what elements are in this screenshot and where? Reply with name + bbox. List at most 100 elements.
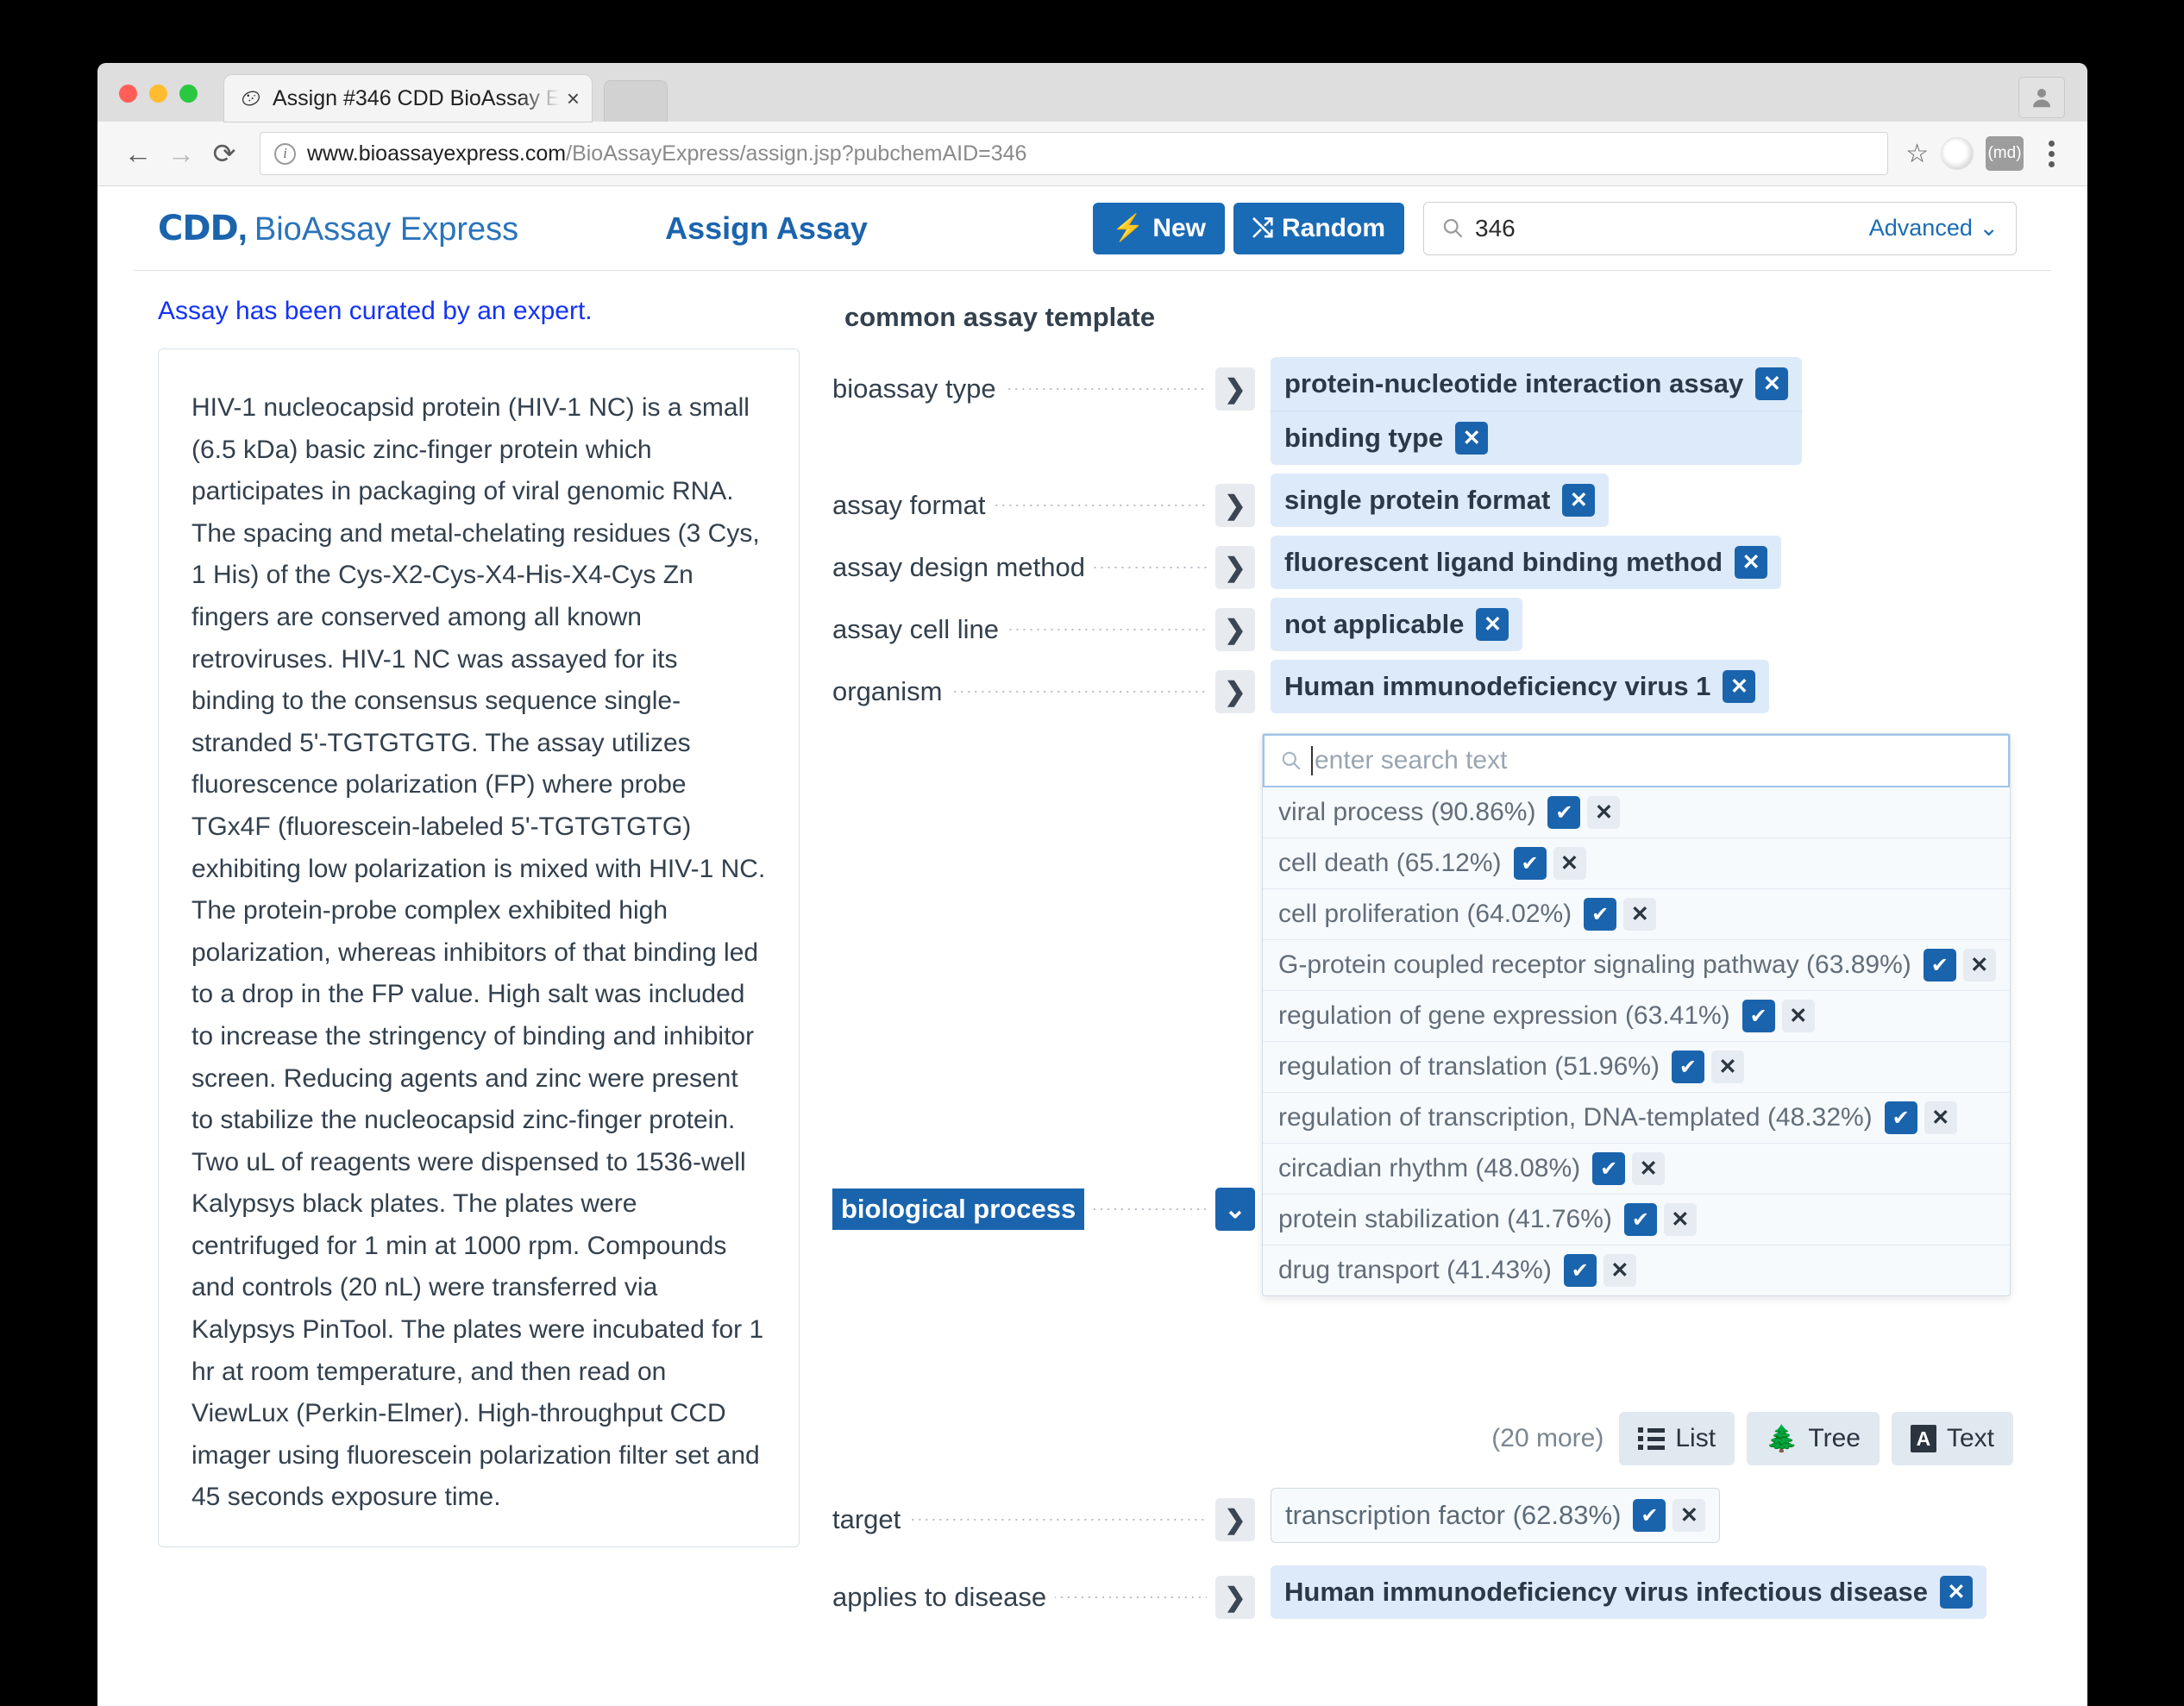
markdown-extension-icon[interactable]: (md) — [1986, 136, 2024, 171]
reject-value-icon[interactable]: ✕ — [1587, 796, 1621, 829]
expand-chevron-icon[interactable]: ❯ — [1215, 367, 1255, 411]
tab-close-icon[interactable]: × — [567, 87, 580, 110]
right-panel: common assay template bioassay type ❯ pr… — [824, 271, 2051, 1628]
remove-value-icon[interactable]: ✕ — [1939, 1576, 1973, 1609]
expand-chevron-icon[interactable]: ❯ — [1215, 670, 1255, 713]
expand-chevron-icon[interactable]: ❯ — [1215, 546, 1255, 589]
value-group: fluorescent ligand binding method ✕ — [1271, 536, 1782, 589]
annotation-row: assay format ❯ single protein format ✕ — [832, 474, 2051, 527]
accept-value-icon[interactable]: ✔ — [1513, 847, 1547, 880]
reject-value-icon[interactable]: ✕ — [1632, 1152, 1666, 1185]
dropdown-item-label: drug transport (41.43%) — [1278, 1256, 1552, 1284]
more-count-label: (20 more) — [1491, 1424, 1604, 1452]
chevron-down-icon: ⌄ — [1979, 215, 1999, 241]
row-values: single protein format ✕ — [1271, 474, 2051, 527]
value-chip: fluorescent ligand binding method ✕ — [1271, 536, 1781, 589]
dropdown-item[interactable]: regulation of gene expression (63.41%) ✔… — [1263, 991, 2010, 1042]
remove-value-icon[interactable]: ✕ — [1455, 422, 1489, 455]
close-window-button[interactable] — [119, 85, 137, 103]
minimize-window-button[interactable] — [149, 85, 167, 103]
accept-value-icon[interactable]: ✔ — [1547, 796, 1581, 829]
row-values: Human immunodeficiency virus 1 ✕ — [1271, 660, 2051, 713]
reject-value-icon[interactable]: ✕ — [1673, 1499, 1706, 1532]
dropdown-item[interactable]: regulation of translation (51.96%) ✔ ✕ — [1263, 1042, 2010, 1093]
site-info-icon[interactable]: i — [274, 142, 296, 165]
browser-menu-icon[interactable] — [2034, 140, 2068, 167]
tree-icon: 🌲 — [1766, 1424, 1798, 1453]
row-label-wrap: organism ❯ — [832, 660, 1255, 713]
dropdown-item-label: viral process (90.86%) — [1278, 798, 1536, 826]
accept-value-icon[interactable]: ✔ — [1592, 1152, 1626, 1185]
accept-value-icon[interactable]: ✔ — [1623, 1203, 1657, 1236]
dropdown-item[interactable]: protein stabilization (41.76%) ✔ ✕ — [1263, 1195, 2010, 1245]
accept-value-icon[interactable]: ✔ — [1633, 1499, 1666, 1532]
accept-value-icon[interactable]: ✔ — [1671, 1051, 1704, 1083]
reject-value-icon[interactable]: ✕ — [1603, 1254, 1636, 1287]
accept-value-icon[interactable]: ✔ — [1923, 949, 1956, 982]
dropdown-item[interactable]: G-protein coupled receptor signaling pat… — [1263, 940, 2010, 991]
dropdown-item-label: circadian rhythm (48.08%) — [1278, 1154, 1581, 1182]
view-text-button[interactable]: A Text — [1891, 1412, 2013, 1465]
remove-value-icon[interactable]: ✕ — [1755, 367, 1789, 400]
profile-avatar-icon[interactable] — [2018, 77, 2065, 118]
value-label: Human immunodeficiency virus 1 — [1284, 671, 1711, 701]
dropdown-item[interactable]: viral process (90.86%) ✔ ✕ — [1263, 787, 2010, 838]
view-list-button[interactable]: List — [1619, 1412, 1735, 1465]
remove-value-icon[interactable]: ✕ — [1735, 546, 1768, 579]
random-assay-button[interactable]: ⤭ Random — [1233, 202, 1404, 254]
new-tab-button[interactable] — [604, 80, 668, 122]
accept-value-icon[interactable]: ✔ — [1584, 898, 1617, 931]
reject-value-icon[interactable]: ✕ — [1663, 1203, 1697, 1236]
dropdown-item[interactable]: drug transport (41.43%) ✔ ✕ — [1263, 1245, 2010, 1295]
maximize-window-button[interactable] — [179, 85, 198, 103]
address-bar[interactable]: i www.bioassayexpress.com /BioAssayExpre… — [260, 132, 1889, 175]
extension-icon[interactable] — [1941, 137, 1974, 170]
dropdown-search-field[interactable]: enter search text — [1263, 734, 2010, 787]
text-icon: A — [1910, 1425, 1936, 1452]
value-group: not applicable ✕ — [1271, 598, 1523, 651]
accept-value-icon[interactable]: ✔ — [1563, 1254, 1597, 1287]
reject-value-icon[interactable]: ✕ — [1962, 949, 1996, 982]
expand-chevron-icon[interactable]: ❯ — [1215, 608, 1255, 651]
dropdown-item[interactable]: cell proliferation (64.02%) ✔ ✕ — [1263, 889, 2010, 940]
browser-tab[interactable]: Assign #346 CDD BioAssay Ex × — [224, 75, 592, 122]
reject-value-icon[interactable]: ✕ — [1710, 1051, 1744, 1083]
search-input-value[interactable]: 346 — [1475, 215, 1869, 242]
browser-toolbar: ← → ⟳ i www.bioassayexpress.com /BioAssa… — [97, 122, 2087, 186]
value-chip: Human immunodeficiency virus 1 ✕ — [1271, 660, 1769, 713]
text-caret — [1311, 746, 1313, 775]
remove-value-icon[interactable]: ✕ — [1562, 484, 1596, 517]
reload-button[interactable]: ⟳ — [203, 132, 246, 175]
reject-value-icon[interactable]: ✕ — [1781, 1000, 1815, 1032]
url-host: www.bioassayexpress.com — [307, 141, 567, 166]
view-tree-button[interactable]: 🌲 Tree — [1747, 1412, 1880, 1465]
row-label: biological process — [832, 1189, 1085, 1230]
dotted-leader — [994, 505, 1207, 506]
bookmark-star-icon[interactable]: ☆ — [1905, 139, 1929, 169]
reject-value-icon[interactable]: ✕ — [1553, 847, 1586, 880]
remove-value-icon[interactable]: ✕ — [1476, 608, 1509, 641]
accept-value-icon[interactable]: ✔ — [1742, 1000, 1775, 1032]
advanced-search-toggle[interactable]: Advanced ⌄ — [1869, 215, 1999, 241]
person-icon — [2033, 89, 2050, 108]
reject-value-icon[interactable]: ✕ — [1924, 1101, 1957, 1134]
collapse-chevron-icon[interactable]: ⌄ — [1215, 1188, 1255, 1231]
expand-chevron-icon[interactable]: ❯ — [1215, 484, 1255, 527]
reject-value-icon[interactable]: ✕ — [1623, 898, 1657, 931]
dropdown-item[interactable]: circadian rhythm (48.08%) ✔ ✕ — [1263, 1144, 2010, 1195]
row-values: protein-nucleotide interaction assay ✕ b… — [1271, 357, 2051, 465]
expand-chevron-icon[interactable]: ❯ — [1215, 1498, 1255, 1541]
assay-search-box[interactable]: 346 Advanced ⌄ — [1423, 201, 2017, 255]
dropdown-item[interactable]: cell death (65.12%) ✔ ✕ — [1263, 838, 2010, 889]
forward-button[interactable]: → — [160, 132, 203, 175]
new-assay-button[interactable]: ⚡ New — [1092, 202, 1225, 254]
expand-chevron-icon[interactable]: ❯ — [1215, 1576, 1255, 1619]
accept-value-icon[interactable]: ✔ — [1884, 1101, 1917, 1134]
section-title: common assay template — [844, 302, 1156, 332]
remove-value-icon[interactable]: ✕ — [1723, 670, 1756, 703]
bolt-icon: ⚡ — [1111, 214, 1145, 242]
dotted-leader — [1093, 1208, 1207, 1210]
dropdown-item[interactable]: regulation of transcription, DNA-templat… — [1263, 1093, 2010, 1144]
value-group: protein-nucleotide interaction assay ✕ b… — [1271, 357, 1803, 465]
back-button[interactable]: ← — [116, 132, 160, 175]
